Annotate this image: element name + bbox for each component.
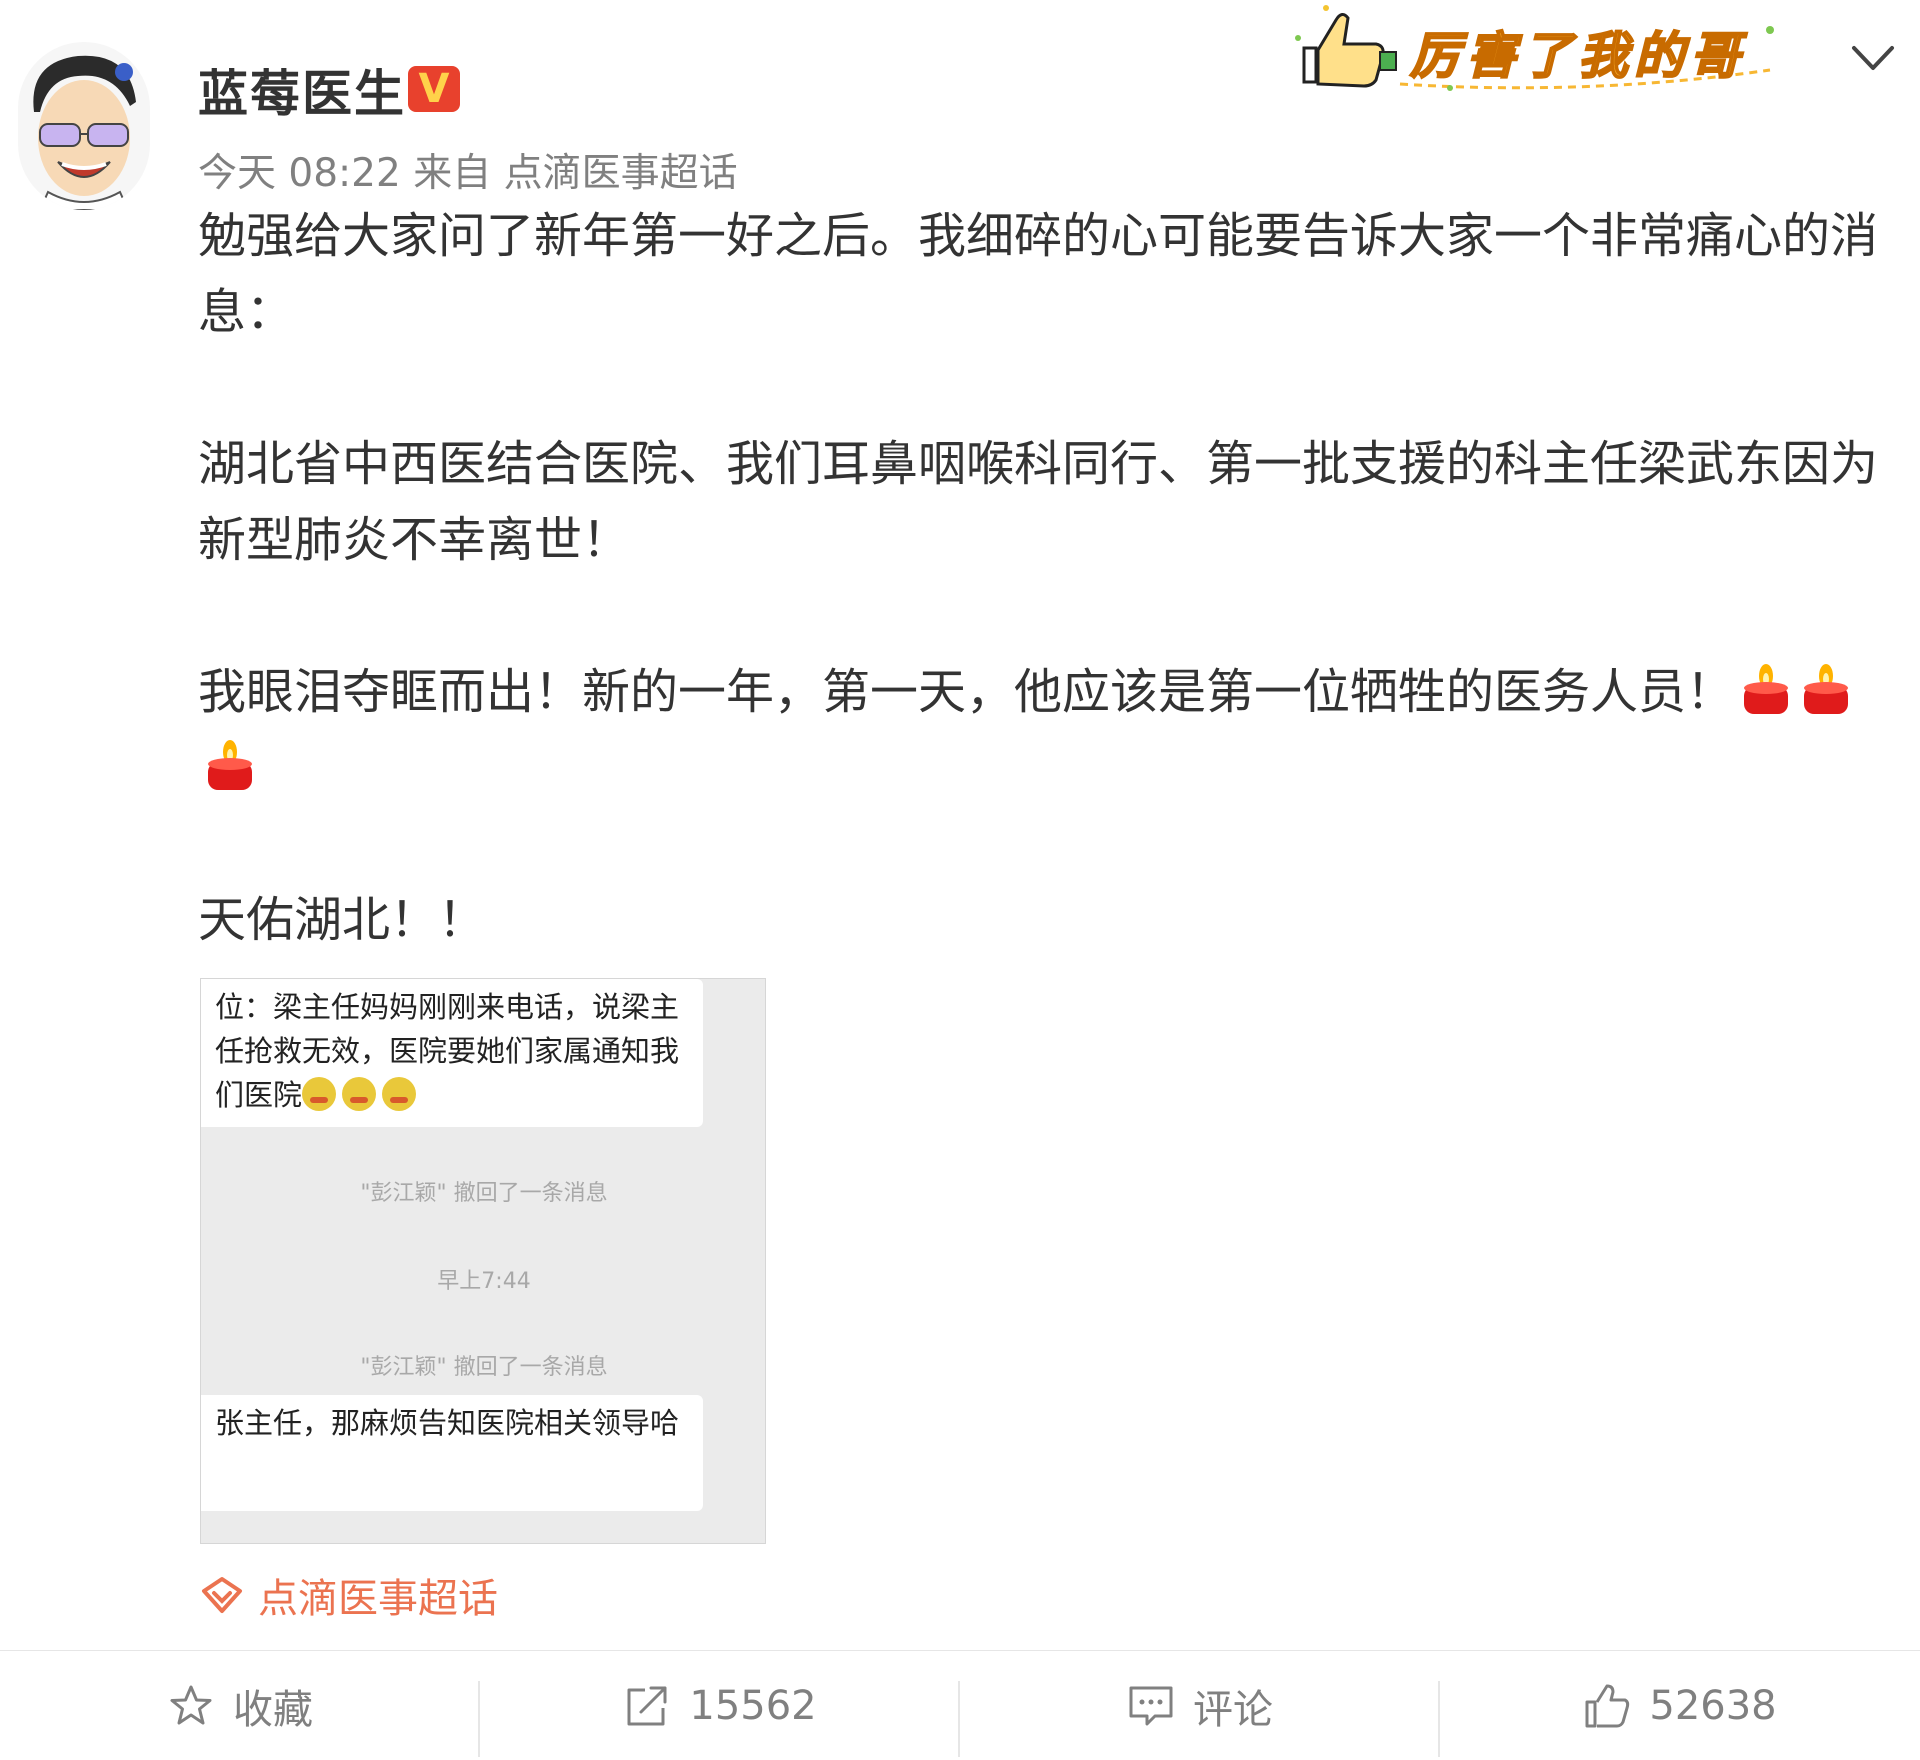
super-topic-link[interactable]: 点滴医事超话 [200,1566,498,1624]
super-topic-label: 点滴医事超话 [258,1576,498,1622]
post-meta: 今天 08:22 来自 点滴医事超话 [198,142,738,198]
comment-label: 评论 [1193,1686,1273,1733]
post-paragraph-with-candles: 我眼泪夺眶而出！新的一年，第一天，他应该是第一位牺牲的医务人员！ [198,654,1878,806]
comment-icon [1129,1686,1173,1725]
star-icon [170,1685,212,1724]
post-time[interactable]: 今天 08:22 [198,151,401,196]
chevron-down-icon[interactable] [1848,38,1898,78]
chat-system-message: "彭江颖" 撤回了一条消息 [360,1181,608,1206]
candle-emoji-icon [208,740,252,790]
post-text: 勉强给大家问了新年第一好之后。我细碎的心可能要告诉大家一个非常痛心的消息： 湖北… [198,198,1878,958]
post-source[interactable]: 点滴医事超话 [504,151,738,196]
thumbs-up-icon [1585,1684,1630,1727]
repost-count: 15562 [689,1682,817,1729]
chat-timestamp: 早上7:44 [437,1269,531,1294]
user-name[interactable]: 蓝莓医生 [198,54,406,126]
crying-emoji-icon [382,1077,417,1111]
avatar-cartoon-face [33,55,136,210]
share-icon [627,1686,667,1725]
favorite-label: 收藏 [233,1686,313,1733]
post-paragraph: 勉强给大家问了新年第一好之后。我细碎的心可能要告诉大家一个非常痛心的消息： [198,208,1879,340]
repost-button[interactable]: 15562 [480,1651,960,1760]
candle-emoji-icon [1804,664,1849,714]
chat-system-message: "彭江颖" 撤回了一条消息 [360,1355,608,1380]
crying-emoji-icon [302,1077,337,1111]
chat-bubble: 位：梁主任妈妈刚刚来电话，说梁主任抢救无效，医院要她们家属通知我们医院 [201,979,703,1127]
comment-button[interactable]: 评论 [960,1651,1440,1760]
attached-image[interactable]: 位：梁主任妈妈刚刚来电话，说梁主任抢救无效，医院要她们家属通知我们医院 "彭江颖… [200,978,766,1544]
candle-emoji-icon [1744,664,1789,714]
action-bar: 收藏 15562 评论 52638 [0,1651,1920,1760]
verified-badge-icon: V [408,66,460,112]
chat-message: 位：梁主任妈妈刚刚来电话，说梁主任抢救无效，医院要她们家属通知我们医院 [215,990,680,1112]
sticker-text: 厉害了我的哥 [1409,26,1746,86]
post-paragraph: 天佑湖北！！ [198,892,487,948]
avatar[interactable] [18,42,150,210]
post-paragraph: 湖北省中西医结合医院、我们耳鼻咽喉科同行、第一批支援的科主任梁武东因为新型肺炎不… [198,436,1879,568]
super-topic-icon [202,1577,242,1613]
crying-emoji-icon [342,1077,377,1111]
like-button[interactable]: 52638 [1440,1651,1920,1760]
from-label: 来自 [413,151,492,196]
favorite-button[interactable]: 收藏 [0,1651,480,1760]
sticker-badge: 厉害了我的哥 [1290,0,1795,100]
chat-message: 张主任，那麻烦告知医院相关领导哈 [215,1406,680,1440]
like-count: 52638 [1649,1682,1777,1729]
post-paragraph: 我眼泪夺眶而出！新的一年，第一天，他应该是第一位牺牲的医务人员！ [198,664,1735,720]
chat-bubble: 张主任，那麻烦告知医院相关领导哈 [201,1395,703,1511]
